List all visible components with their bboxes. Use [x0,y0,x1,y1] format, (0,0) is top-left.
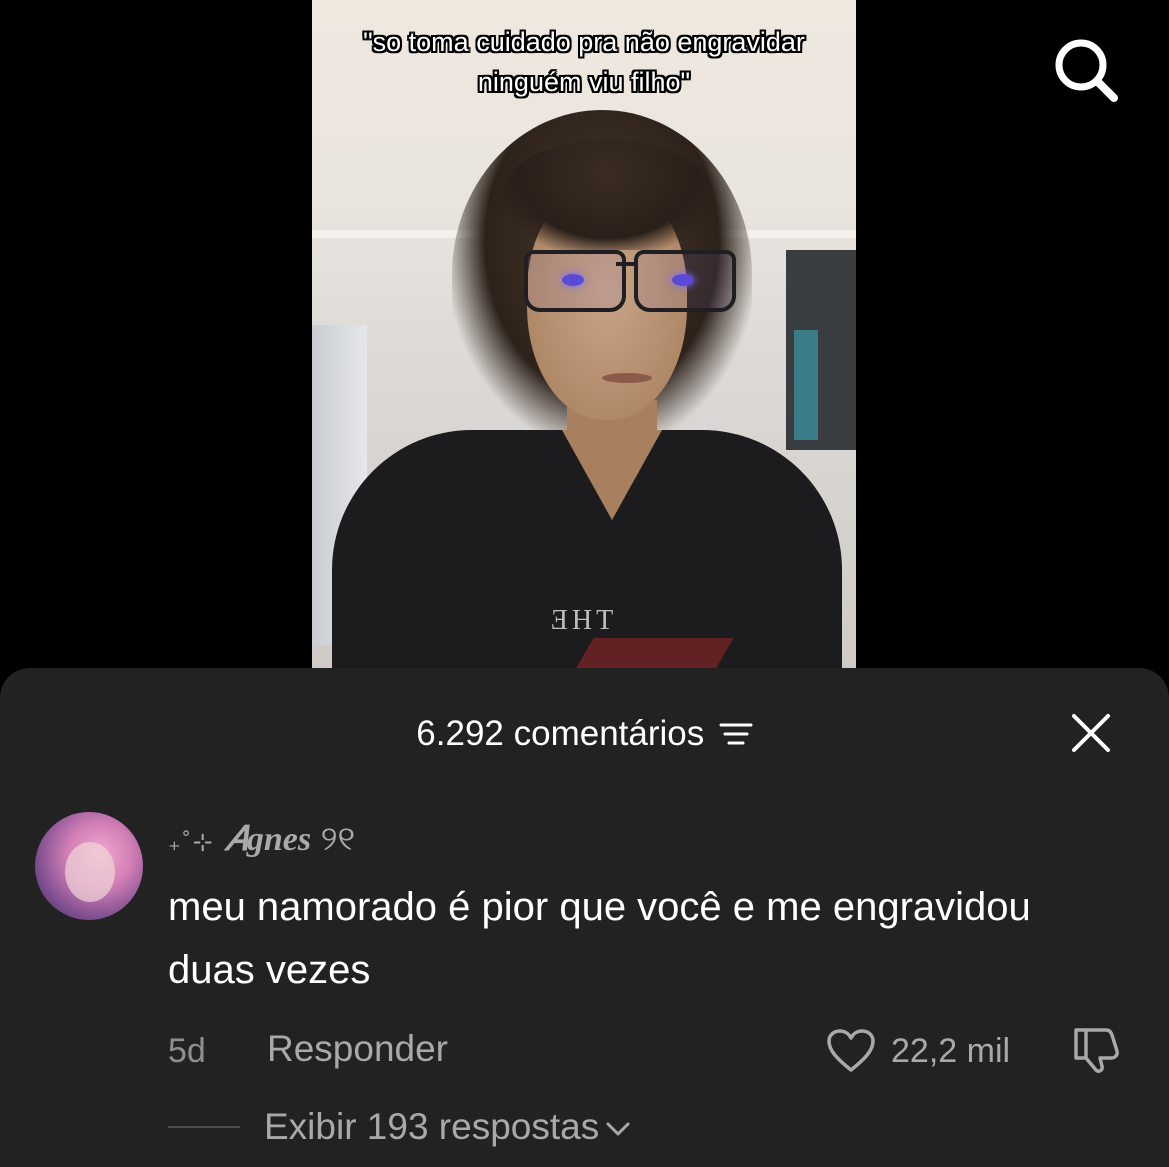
dislike-icon[interactable] [1070,1024,1122,1076]
video-player[interactable]: ƎHT "so toma cuidado pra não engravidar … [312,0,856,672]
comments-sheet: 6.292 comentários ₊˚⊹ 𝐴gnes ୨୧ meu namor… [0,668,1169,1167]
glasses-left-lens [524,250,626,312]
glasses-bridge [616,262,634,266]
cabinet [786,250,856,450]
sort-icon[interactable] [719,719,753,749]
glasses-right-lens [634,250,736,312]
view-replies-button[interactable]: Exibir 193 respostas [264,1106,631,1148]
close-icon[interactable] [1070,712,1112,754]
comment-text: meu namorado é pior que você e me engrav… [168,885,1031,992]
heart-icon[interactable] [826,1028,876,1074]
shirt-print-graphic [570,638,734,672]
mouth [602,373,652,383]
chevron-down-icon [606,1122,630,1136]
avatar[interactable] [35,812,143,920]
reply-button[interactable]: Responder [267,1028,448,1070]
video-caption: "so toma cuidado pra não engravidar ning… [363,27,805,97]
username-name: 𝐴gnes [224,821,312,858]
username-suffix: ୨୧ [320,820,356,858]
shirt-collar [562,430,662,520]
comment-count: 6.292 comentários [416,714,705,753]
like-count: 22,2 mil [891,1032,1011,1070]
comment-time: 5d [168,1032,206,1070]
view-replies-label: Exibir 193 respostas [264,1106,600,1147]
replies-divider [168,1126,240,1128]
comments-header: 6.292 comentários [0,714,1169,754]
search-icon[interactable] [1052,36,1120,104]
username-prefix: ₊˚⊹ [168,829,215,856]
comment-username[interactable]: ₊˚⊹ 𝐴gnes ୨୧ [168,820,355,859]
shirt-print-text: ƎHT [550,605,618,636]
bangs [502,140,712,250]
